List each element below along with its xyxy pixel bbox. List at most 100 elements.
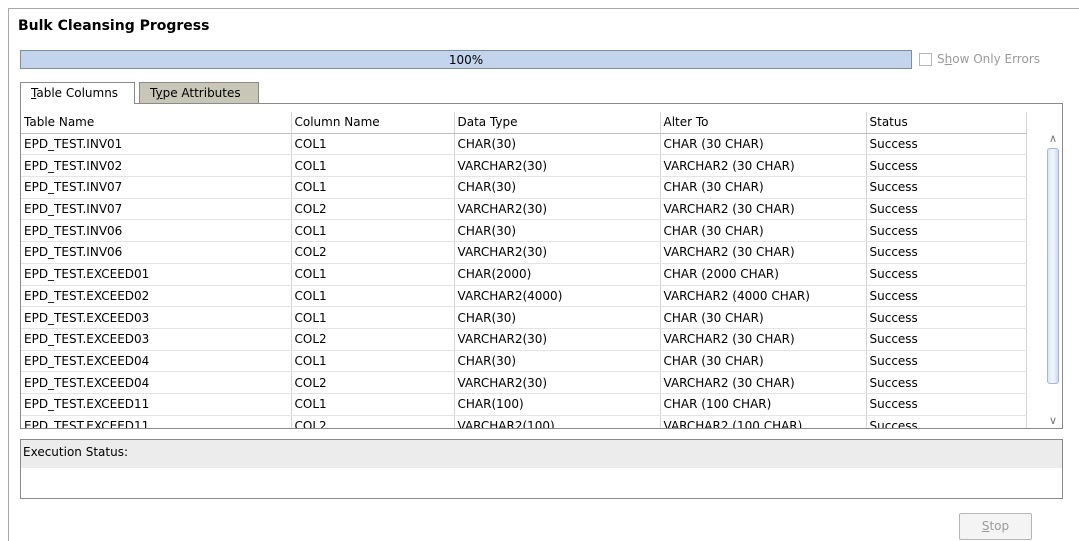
progress-label: 100% [448, 53, 484, 67]
cell-alter-to: CHAR (30 CHAR) [660, 306, 867, 329]
cell-status: Success [866, 219, 1027, 243]
cell-table-name: EPD_TEST.INV01 [21, 133, 292, 156]
scrollbar-thumb[interactable] [1047, 148, 1059, 384]
cell-column-name: COL1 [291, 350, 455, 373]
stop-button[interactable]: Stop [959, 513, 1032, 540]
cell-data-type: VARCHAR2(30) [454, 371, 661, 394]
cell-data-type: VARCHAR2(30) [454, 198, 661, 221]
checkbox-box[interactable] [919, 52, 932, 66]
page-title: Bulk Cleansing Progress [18, 18, 210, 34]
cell-data-type: CHAR(100) [454, 393, 661, 416]
cell-status: Success [866, 285, 1027, 308]
cell-column-name: COL2 [291, 328, 455, 351]
tab-type-attributes[interactable]: Type Attributes [139, 82, 259, 103]
cell-alter-to: CHAR (30 CHAR) [660, 350, 867, 373]
cell-alter-to: CHAR (2000 CHAR) [660, 263, 867, 286]
table-row[interactable]: EPD_TEST.EXCEED03 COL1 CHAR(30) CHAR (30 CH… [21, 306, 1027, 329]
table-row[interactable]: EPD_TEST.EXCEED02 COL1 VARCHAR2(4000) VARCH… [21, 285, 1027, 308]
cell-data-type: VARCHAR2(4000) [454, 285, 661, 308]
cell-status: Success [866, 306, 1027, 329]
cell-table-name: EPD_TEST.EXCEED11 [21, 415, 292, 428]
column-header-table-name[interactable]: Table Name [21, 112, 292, 134]
cell-table-name: EPD_TEST.EXCEED11 [21, 393, 292, 416]
column-header-column-name[interactable]: Column Name [291, 112, 455, 134]
cell-table-name: EPD_TEST.EXCEED03 [21, 306, 292, 329]
table-row[interactable]: EPD_TEST.EXCEED04 COL1 CHAR(30) CHAR (30 CH… [21, 350, 1027, 373]
table-row[interactable]: EPD_TEST.EXCEED04 COL2 VARCHAR2(30) VARCHAR… [21, 371, 1027, 394]
cell-table-name: EPD_TEST.INV06 [21, 241, 292, 264]
cell-alter-to: VARCHAR2 (100 CHAR) [660, 415, 867, 428]
cell-status: Success [866, 133, 1027, 156]
cell-alter-to: CHAR (30 CHAR) [660, 133, 867, 156]
chevron-down-icon[interactable]: ∨ [1048, 415, 1058, 426]
cell-status: Success [866, 263, 1027, 286]
cell-column-name: COL1 [291, 176, 455, 199]
table-row[interactable]: EPD_TEST.INV07 COL1 CHAR(30) CHAR (30 CHAR)… [21, 176, 1027, 199]
cell-data-type: VARCHAR2(100) [454, 415, 661, 428]
table-header-row: Table Name Column Name Data Type Alter T… [21, 112, 1027, 134]
cell-alter-to: CHAR (100 CHAR) [660, 393, 867, 416]
results-table-panel: Table Name Column Name Data Type Alter T… [20, 103, 1063, 429]
column-header-status[interactable]: Status [866, 112, 1027, 134]
progress-bar: 100% [20, 50, 912, 69]
cell-table-name: EPD_TEST.EXCEED03 [21, 328, 292, 351]
cell-data-type: CHAR(30) [454, 133, 661, 156]
cell-column-name: COL1 [291, 306, 455, 329]
cell-status: Success [866, 393, 1027, 416]
table-row[interactable]: EPD_TEST.INV06 COL2 VARCHAR2(30) VARCHAR2 (… [21, 241, 1027, 264]
execution-status-label: Execution Status: [21, 440, 1062, 468]
show-only-errors-label: Show Only Errors [937, 52, 1041, 66]
chevron-up-icon[interactable]: ∧ [1048, 133, 1058, 144]
cell-column-name: COL1 [291, 154, 455, 178]
cell-alter-to: VARCHAR2 (4000 CHAR) [660, 285, 867, 308]
cell-table-name: EPD_TEST.EXCEED02 [21, 285, 292, 308]
table-row[interactable]: EPD_TEST.EXCEED01 COL1 CHAR(2000) CHAR (200… [21, 263, 1027, 286]
column-header-alter-to[interactable]: Alter To [660, 112, 867, 134]
table-row[interactable]: EPD_TEST.EXCEED11 COL2 VARCHAR2(100) VARCHA… [21, 415, 1027, 428]
table-row[interactable]: EPD_TEST.EXCEED03 COL2 VARCHAR2(30) VARCHAR… [21, 328, 1027, 351]
cell-column-name: COL2 [291, 241, 455, 264]
table-body: EPD_TEST.INV01 COL1 CHAR(30) CHAR (30 CHAR)… [21, 133, 1027, 428]
cell-table-name: EPD_TEST.INV07 [21, 176, 292, 199]
table-row[interactable]: EPD_TEST.INV01 COL1 CHAR(30) CHAR (30 CHAR)… [21, 133, 1027, 156]
cell-alter-to: VARCHAR2 (30 CHAR) [660, 328, 867, 351]
cell-table-name: EPD_TEST.EXCEED04 [21, 371, 292, 394]
cell-status: Success [866, 371, 1027, 394]
cell-column-name: COL1 [291, 393, 455, 416]
cell-table-name: EPD_TEST.INV07 [21, 198, 292, 221]
cell-status: Success [866, 328, 1027, 351]
cell-table-name: EPD_TEST.INV02 [21, 154, 292, 178]
tab-table-columns[interactable]: Table Columns [20, 82, 135, 104]
cell-table-name: EPD_TEST.EXCEED01 [21, 263, 292, 286]
cell-alter-to: CHAR (30 CHAR) [660, 176, 867, 199]
table-row[interactable]: EPD_TEST.INV06 COL1 CHAR(30) CHAR (30 CHAR)… [21, 219, 1027, 243]
execution-status-panel: Execution Status: [20, 439, 1063, 499]
cell-column-name: COL2 [291, 371, 455, 394]
column-header-data-type[interactable]: Data Type [454, 112, 661, 134]
cell-data-type: VARCHAR2(30) [454, 328, 661, 351]
cell-data-type: VARCHAR2(30) [454, 241, 661, 264]
cell-alter-to: VARCHAR2 (30 CHAR) [660, 371, 867, 394]
vertical-scrollbar[interactable]: ∧ ∨ [1044, 133, 1062, 426]
cell-table-name: EPD_TEST.INV06 [21, 219, 292, 243]
cell-status: Success [866, 350, 1027, 373]
cell-data-type: CHAR(30) [454, 219, 661, 243]
cell-data-type: CHAR(30) [454, 176, 661, 199]
cell-status: Success [866, 241, 1027, 264]
cell-alter-to: CHAR (30 CHAR) [660, 219, 867, 243]
table-row[interactable]: EPD_TEST.INV02 COL1 VARCHAR2(30) VARCHAR2 (… [21, 154, 1027, 178]
cell-column-name: COL1 [291, 133, 455, 156]
cell-data-type: VARCHAR2(30) [454, 154, 661, 178]
cell-data-type: CHAR(30) [454, 350, 661, 373]
show-only-errors-checkbox[interactable]: Show Only Errors [919, 52, 1040, 66]
table-row[interactable]: EPD_TEST.INV07 COL2 VARCHAR2(30) VARCHAR2 (… [21, 198, 1027, 221]
results-table: Table Name Column Name Data Type Alter T… [21, 112, 1027, 428]
cell-data-type: CHAR(30) [454, 306, 661, 329]
cell-column-name: COL1 [291, 263, 455, 286]
table-row[interactable]: EPD_TEST.EXCEED11 COL1 CHAR(100) CHAR (100 … [21, 393, 1027, 416]
cell-data-type: CHAR(2000) [454, 263, 661, 286]
cell-table-name: EPD_TEST.EXCEED04 [21, 350, 292, 373]
cell-alter-to: VARCHAR2 (30 CHAR) [660, 154, 867, 178]
cell-column-name: COL1 [291, 219, 455, 243]
cell-alter-to: VARCHAR2 (30 CHAR) [660, 198, 867, 221]
